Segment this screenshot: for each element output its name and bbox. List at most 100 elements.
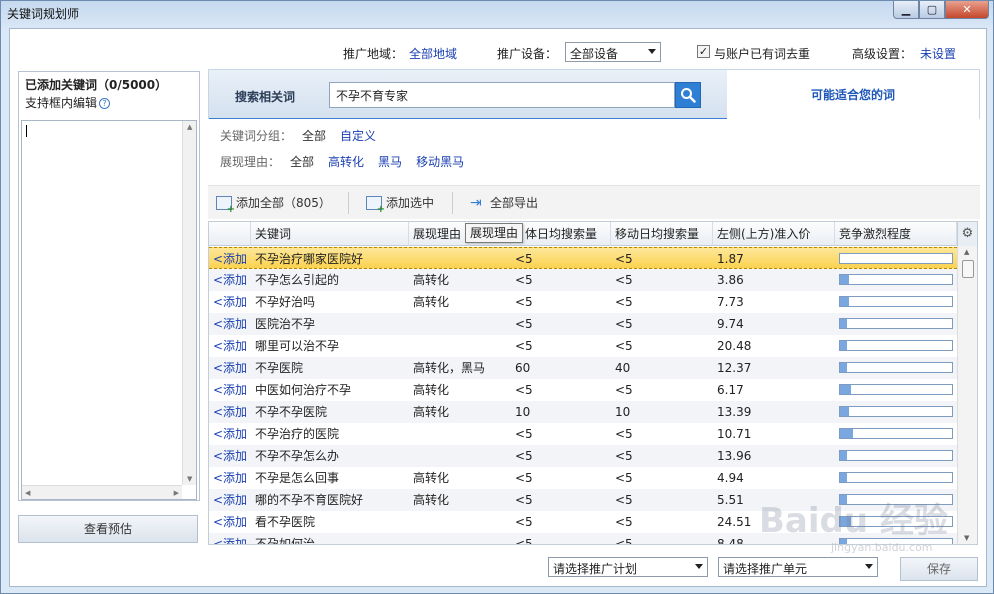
- keyword-cell: 不孕是怎么回事: [255, 471, 340, 485]
- scroll-down-icon[interactable]: ▼: [187, 475, 192, 483]
- add-link[interactable]: <添加: [213, 313, 247, 335]
- bid-cell: 10.71: [717, 427, 752, 441]
- added-keywords-editor[interactable]: ▲ ▼ ◀ ▶: [21, 120, 197, 500]
- keyword-table: 关键词 展现理由 体日均搜索量 移动日均搜索量 左侧(上方)准入价 竞争激烈程度…: [208, 221, 978, 545]
- reason-cell: 高转化: [413, 493, 450, 507]
- competition-bar: [839, 450, 953, 461]
- search-input[interactable]: 不孕不育专家: [329, 82, 675, 108]
- editor-horizontal-scrollbar[interactable]: ◀ ▶: [22, 485, 182, 499]
- header-pc-daily-search[interactable]: 体日均搜索量: [511, 222, 611, 246]
- editor-vertical-scrollbar[interactable]: ▲ ▼: [182, 121, 196, 485]
- unit-select[interactable]: 请选择推广单元: [718, 557, 878, 577]
- add-selected-button[interactable]: 添加选中: [366, 194, 434, 215]
- add-link[interactable]: <添加: [213, 445, 247, 467]
- dedupe-label: 与账户已有词去重: [714, 47, 811, 61]
- table-row[interactable]: <添加 不孕怎么引起的 高转化 <5 <5 3.86: [209, 269, 957, 291]
- table-row[interactable]: <添加 不孕治疗的医院 <5 <5 10.71: [209, 423, 957, 445]
- maximize-button[interactable]: ▢: [919, 1, 945, 19]
- header-competition[interactable]: 竞争激烈程度: [835, 222, 957, 246]
- add-link[interactable]: <添加: [213, 401, 247, 423]
- device-select[interactable]: 全部设备: [565, 42, 661, 62]
- edit-hint: 支持框内编辑: [25, 96, 98, 110]
- scrollbar-thumb[interactable]: [962, 260, 974, 278]
- mobile-search-cell: <5: [615, 383, 633, 397]
- scroll-right-icon[interactable]: ▶: [174, 489, 179, 497]
- table-row[interactable]: <添加 哪里可以治不孕 <5 <5 20.48: [209, 335, 957, 357]
- table-row[interactable]: <添加 不孕是怎么回事 高转化 <5 <5 4.94: [209, 467, 957, 489]
- tab-search-related[interactable]: 搜索相关词 不孕不育专家: [209, 70, 727, 120]
- keyword-cell: 不孕怎么引起的: [255, 273, 340, 287]
- tab-suggested-words[interactable]: 可能适合您的词: [727, 70, 979, 120]
- table-vertical-scrollbar[interactable]: ▲ ▼: [957, 246, 977, 544]
- add-link[interactable]: <添加: [213, 467, 247, 489]
- device-label: 推广设备：: [497, 47, 558, 61]
- client-area: 推广地域： 全部地域 推广设备： 全部设备 ✓ 与账户已有词去重 高级设置： 未…: [9, 28, 987, 587]
- reason-filter-dark-horse[interactable]: 黑马: [378, 155, 402, 169]
- reason-filter-high-conversion[interactable]: 高转化: [328, 155, 364, 169]
- reason-cell: 高转化: [413, 273, 450, 287]
- mobile-search-cell: 40: [615, 361, 631, 375]
- add-link[interactable]: <添加: [213, 357, 247, 379]
- table-body: <添加 不孕治疗哪家医院好 <5 <5 1.87 <添加 不孕怎么引起的 高转化 <5 <5 3.8…: [209, 247, 957, 545]
- mobile-search-cell: <5: [615, 427, 633, 441]
- group-filter-custom[interactable]: 自定义: [340, 129, 376, 143]
- header-mobile-daily-search[interactable]: 移动日均搜索量: [611, 222, 713, 246]
- table-row[interactable]: <添加 不孕不孕医院 高转化 10 10 13.39: [209, 401, 957, 423]
- add-link[interactable]: <添加: [213, 269, 247, 291]
- advanced-link[interactable]: 未设置: [920, 45, 956, 62]
- bid-cell: 7.73: [717, 295, 744, 309]
- plan-select[interactable]: 请选择推广计划: [548, 557, 708, 577]
- view-estimate-button[interactable]: 查看预估: [18, 515, 198, 543]
- bid-cell: 12.37: [717, 361, 752, 375]
- reason-filter-all[interactable]: 全部: [290, 155, 314, 169]
- competition-bar-fill: [840, 539, 847, 544]
- table-row[interactable]: <添加 医院治不孕 <5 <5 9.74: [209, 313, 957, 335]
- search-button[interactable]: [675, 82, 701, 108]
- scroll-left-icon[interactable]: ◀: [25, 489, 30, 497]
- close-button[interactable]: ✕: [945, 1, 989, 19]
- keyword-cell: 不孕医院: [255, 361, 304, 375]
- added-keywords-title: 已添加关键词（0/5000）: [25, 78, 168, 92]
- add-link[interactable]: <添加: [213, 248, 247, 270]
- add-link[interactable]: <添加: [213, 423, 247, 445]
- header-keyword[interactable]: 关键词: [251, 222, 409, 246]
- add-link[interactable]: <添加: [213, 379, 247, 401]
- region-link[interactable]: 全部地域: [409, 45, 457, 62]
- save-button[interactable]: 保存: [900, 557, 978, 581]
- reason-filter: 展现理由： 全部 高转化 黑马 移动黑马: [220, 153, 464, 170]
- add-link[interactable]: <添加: [213, 533, 247, 544]
- table-row[interactable]: <添加 不孕不孕怎么办 <5 <5 13.96: [209, 445, 957, 467]
- keyword-cell: 不孕治疗哪家医院好: [255, 252, 364, 266]
- competition-bar-fill: [840, 495, 847, 504]
- minimize-button[interactable]: ▁: [893, 1, 919, 19]
- table-row[interactable]: <添加 不孕治疗哪家医院好 <5 <5 1.87: [209, 247, 957, 269]
- scroll-up-icon[interactable]: ▲: [187, 123, 192, 131]
- gear-icon[interactable]: ⚙: [957, 222, 977, 246]
- add-link[interactable]: <添加: [213, 291, 247, 313]
- header-left-bid[interactable]: 左侧(上方)准入价: [713, 222, 835, 246]
- table-row[interactable]: <添加 哪的不孕不育医院好 高转化 <5 <5 5.51: [209, 489, 957, 511]
- export-all-button[interactable]: ⇥ 全部导出: [470, 194, 538, 211]
- table-row[interactable]: <添加 不孕好治吗 高转化 <5 <5 7.73: [209, 291, 957, 313]
- add-link[interactable]: <添加: [213, 335, 247, 357]
- bid-cell: 13.96: [717, 449, 752, 463]
- dedupe-checkbox[interactable]: ✓: [697, 45, 710, 58]
- table-row[interactable]: <添加 不孕医院 高转化，黑马 60 40 12.37: [209, 357, 957, 379]
- mobile-search-cell: 10: [615, 405, 631, 419]
- bid-cell: 8.48: [717, 537, 744, 545]
- group-filter-all[interactable]: 全部: [302, 129, 326, 143]
- scroll-down-icon[interactable]: ▼: [964, 534, 969, 542]
- search-related-label: 搜索相关词: [235, 90, 296, 104]
- pc-search-cell: <5: [515, 339, 533, 353]
- add-link[interactable]: <添加: [213, 489, 247, 511]
- table-row[interactable]: <添加 中医如何治疗不孕 高转化 <5 <5 6.17: [209, 379, 957, 401]
- mobile-search-cell: <5: [615, 317, 633, 331]
- competition-bar: [839, 362, 953, 373]
- table-row[interactable]: <添加 看不孕医院 <5 <5 24.51: [209, 511, 957, 533]
- table-row[interactable]: <添加 不孕如何治 <5 <5 8.48: [209, 533, 957, 545]
- reason-filter-mobile-dark-horse[interactable]: 移动黑马: [416, 155, 464, 169]
- scroll-up-icon[interactable]: ▲: [964, 248, 969, 256]
- add-all-button[interactable]: 添加全部（805）: [216, 194, 331, 215]
- help-icon[interactable]: ?: [99, 98, 111, 109]
- add-link[interactable]: <添加: [213, 511, 247, 533]
